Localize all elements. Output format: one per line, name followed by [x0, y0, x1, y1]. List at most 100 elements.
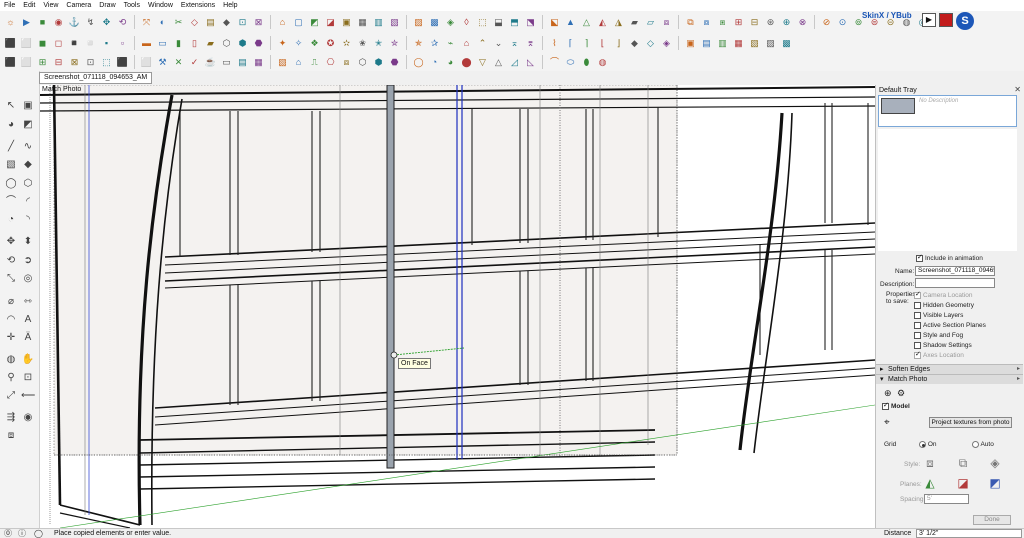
toolbar-button-icon[interactable]: ▧ — [748, 37, 761, 50]
toolbar-button-icon[interactable]: ⌆ — [524, 37, 537, 50]
toolbar-button-icon[interactable]: ⌂ — [276, 16, 289, 29]
model-row[interactable]: Model — [882, 401, 910, 410]
toolbar-button-icon[interactable]: ◆ — [628, 37, 641, 50]
toolbar-button-icon[interactable]: ▦ — [356, 16, 369, 29]
skinx-label[interactable]: SkinX / YBub — [862, 11, 912, 21]
property-checkbox[interactable] — [914, 290, 921, 299]
toolbar-button-icon[interactable]: ▦ — [252, 56, 265, 69]
dimension-icon[interactable]: ⇿ — [21, 295, 35, 309]
toolbar-button-icon[interactable]: ✂ — [172, 16, 185, 29]
toolbar-button-icon[interactable]: ◇ — [188, 16, 201, 29]
match-photo-panel-header[interactable]: ▾ Match Photo ▸ — [876, 374, 1023, 384]
include-animation-row[interactable]: Include in animation — [916, 253, 983, 262]
measurement-input[interactable]: 3' 1/2" — [916, 529, 1022, 538]
plane-xy-icon[interactable]: ◭ — [923, 476, 937, 490]
toolbar-button-icon[interactable]: ✪ — [324, 37, 337, 50]
plane-yz-icon[interactable]: ◩ — [988, 476, 1002, 490]
toolbar-button-icon[interactable]: ⬣ — [252, 37, 265, 50]
offset-icon[interactable]: ◎ — [21, 272, 35, 286]
drawing-viewport[interactable]: Match Photo On Face — [40, 85, 875, 528]
rectangle-icon[interactable]: ▧ — [4, 158, 18, 172]
toolbar-button-icon[interactable]: ⧆ — [716, 16, 729, 29]
toolbar-button-icon[interactable]: ◔ — [428, 56, 441, 69]
select-icon[interactable]: ↖ — [4, 99, 18, 113]
toolbar-button-icon[interactable]: ▣ — [684, 37, 697, 50]
toolbar-button-icon[interactable]: ▫ — [116, 37, 129, 50]
toolbar-button-icon[interactable]: ⚓ — [68, 16, 81, 29]
toolbar-button-icon[interactable]: ⬤ — [460, 56, 473, 69]
arc-icon[interactable]: ⌒ — [4, 195, 18, 209]
info-icon[interactable]: ⓘ — [18, 529, 26, 538]
look-around-icon[interactable]: ◉ — [21, 411, 35, 425]
skinx-stop-button[interactable] — [939, 13, 953, 27]
toolbar-button-icon[interactable]: ⊙ — [836, 16, 849, 29]
toolbar-button-icon[interactable]: ◻ — [52, 37, 65, 50]
toolbar-button-icon[interactable]: ▨ — [764, 37, 777, 50]
line-icon[interactable]: ╱ — [4, 140, 18, 154]
previous-view-icon[interactable]: ⟵ — [21, 389, 35, 403]
toolbar-button-icon[interactable]: ⬜ — [20, 37, 33, 50]
toolbar-button-icon[interactable]: ▬ — [140, 37, 153, 50]
toolbar-button-icon[interactable]: ❖ — [308, 37, 321, 50]
toolbar-button-icon[interactable]: ⬕ — [548, 16, 561, 29]
toolbar-button-icon[interactable]: ⌂ — [292, 56, 305, 69]
pan-icon[interactable]: ✋ — [21, 353, 35, 367]
toolbar-button-icon[interactable]: ◺ — [524, 56, 537, 69]
toolbar-button-icon[interactable]: ⬜ — [20, 56, 33, 69]
toolbar-button-icon[interactable]: ◾ — [68, 37, 81, 50]
toolbar-button-icon[interactable]: ⤧ — [140, 16, 153, 29]
orbit-icon[interactable]: ◍ — [4, 353, 18, 367]
menu-extensions[interactable]: Extensions — [177, 0, 219, 11]
done-button[interactable]: Done — [973, 515, 1011, 525]
toolbar-button-icon[interactable]: ↯ — [84, 16, 97, 29]
toolbar-button-icon[interactable]: ◆ — [220, 16, 233, 29]
polygon-icon[interactable]: ⬡ — [21, 177, 35, 191]
toolbar-button-icon[interactable]: ▣ — [340, 16, 353, 29]
scene-tab[interactable]: Screenshot_071118_094653_AM — [39, 72, 153, 84]
toolbar-button-icon[interactable]: ⬛ — [4, 37, 17, 50]
toolbar-button-icon[interactable]: ◩ — [308, 16, 321, 29]
toolbar-button-icon[interactable]: ◇ — [644, 37, 657, 50]
toolbar-button-icon[interactable]: ⎔ — [324, 56, 337, 69]
toolbar-button-icon[interactable]: ⌄ — [492, 37, 505, 50]
3d-text-icon[interactable]: Ä — [21, 331, 35, 345]
menu-view[interactable]: View — [39, 0, 62, 11]
zoom-extents-icon[interactable]: ⤢ — [4, 389, 18, 403]
grid-auto-radio[interactable] — [972, 441, 979, 448]
tape-measure-icon[interactable]: ⌀ — [4, 295, 18, 309]
toolbar-button-icon[interactable]: ▥ — [716, 37, 729, 50]
toolbar-button-icon[interactable]: ◈ — [660, 37, 673, 50]
toolbar-button-icon[interactable]: ▯ — [188, 37, 201, 50]
menu-tools[interactable]: Tools — [120, 0, 144, 11]
toolbar-button-icon[interactable]: ⬢ — [372, 56, 385, 69]
toolbar-button-icon[interactable]: ▮ — [172, 37, 185, 50]
property-row[interactable]: Style and Fog — [914, 332, 963, 339]
toolbar-button-icon[interactable]: ⬛ — [116, 56, 129, 69]
toolbar-button-icon[interactable]: ◯ — [412, 56, 425, 69]
toolbar-button-icon[interactable]: ⌋ — [612, 37, 625, 50]
toolbar-button-icon[interactable]: ⊞ — [36, 56, 49, 69]
toolbar-button-icon[interactable]: ◪ — [324, 16, 337, 29]
toolbar-button-icon[interactable]: ✧ — [292, 37, 305, 50]
toolbar-button-icon[interactable]: ✭ — [372, 37, 385, 50]
toolbar-button-icon[interactable]: ⊞ — [732, 16, 745, 29]
property-checkbox[interactable] — [914, 312, 921, 319]
zoom-window-icon[interactable]: ⊡ — [21, 371, 35, 385]
toolbar-button-icon[interactable]: ▧ — [276, 56, 289, 69]
property-checkbox[interactable] — [914, 322, 921, 329]
toolbar-button-icon[interactable]: ▱ — [644, 16, 657, 29]
soften-edges-panel-header[interactable]: ▸ Soften Edges ▸ — [876, 364, 1023, 374]
toolbar-button-icon[interactable]: ▽ — [476, 56, 489, 69]
grid-on-radio[interactable] — [919, 441, 926, 448]
toolbar-button-icon[interactable]: ⧇ — [700, 16, 713, 29]
toolbar-button-icon[interactable]: ■ — [36, 16, 49, 29]
menu-help[interactable]: Help — [219, 0, 241, 11]
project-textures-button[interactable]: Project textures from photo — [929, 417, 1012, 428]
toolbar-button-icon[interactable]: ✕ — [172, 56, 185, 69]
toolbar-button-icon[interactable]: ◉ — [52, 16, 65, 29]
toolbar-button-icon[interactable]: ⬮ — [580, 56, 593, 69]
toolbar-button-icon[interactable]: ▤ — [700, 37, 713, 50]
toolbar-button-icon[interactable]: ⌉ — [580, 37, 593, 50]
toolbar-button-icon[interactable]: ✦ — [276, 37, 289, 50]
toolbar-button-icon[interactable]: ⊟ — [748, 16, 761, 29]
